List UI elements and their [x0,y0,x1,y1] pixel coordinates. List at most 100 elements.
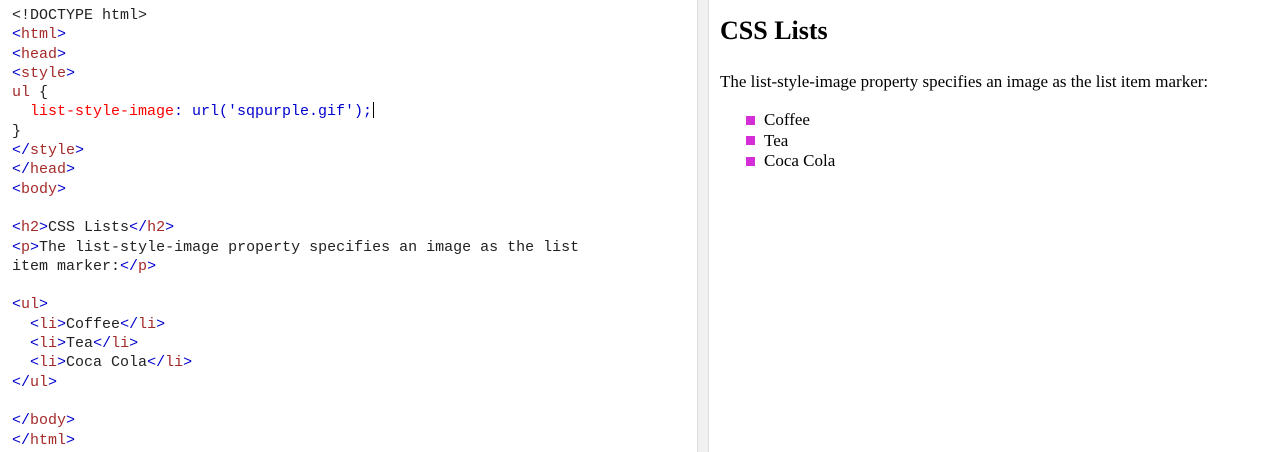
code-line[interactable] [12,199,579,218]
code-editor-panel[interactable]: <!DOCTYPE html> <html> <head> <style> ul { l… [0,0,697,452]
code-token: li [165,354,184,372]
code-token: > [66,431,76,449]
code-token: </ [12,412,31,430]
code-token: body [30,412,67,430]
code-line[interactable]: </body> [12,411,579,430]
code-line[interactable]: <li>Coca Cola</li> [12,353,579,372]
code-line[interactable]: <html> [12,25,579,44]
code-token: > [39,296,49,314]
code-token: </ [12,142,31,160]
code-token: li [39,335,58,353]
code-token: < [12,354,40,372]
code-line[interactable]: ul { [12,83,579,102]
code-token: < [12,180,22,198]
code-token: </ [147,354,166,372]
code-token: p [21,238,31,256]
code-token: > [66,64,76,82]
code-line[interactable]: </head> [12,160,579,179]
code-token: li [138,315,157,333]
list-item: Coca Cola [746,151,835,172]
list-item-label: Tea [764,130,789,150]
code-token: Coffee [66,315,121,333]
code-line[interactable]: <h2>CSS Lists</h2> [12,218,579,237]
code-token: < [12,219,22,237]
code-token: head [21,45,58,63]
code-token: > [39,219,49,237]
code-token: style [30,142,76,160]
code-line[interactable] [12,276,579,295]
code-token: > [75,142,85,160]
code-token: > [57,180,67,198]
code-token: > [66,412,76,430]
code-token: <!DOCTYPE html> [12,7,148,24]
code-line[interactable]: <p>The list-style-image property specifi… [12,238,579,257]
code-token: </ [129,219,148,237]
list-item: Coffee [746,110,835,131]
code-line[interactable]: </html> [12,431,579,450]
list-item-label: Coca Cola [764,151,836,170]
code-line[interactable] [12,392,579,411]
text-caret [373,102,375,119]
code-token: style [21,64,67,82]
code-token: : url('sqpurple.gif'); [174,103,373,121]
list-marker-icon [746,156,755,166]
code-line[interactable]: <li>Coffee</li> [12,315,579,334]
result-list: Coffee Tea Coca Cola [746,110,835,172]
list-marker-icon [746,115,755,125]
code-token: > [57,315,67,333]
code-token: </ [12,161,31,179]
code-token: ul [21,296,40,314]
list-item: Tea [746,131,835,152]
code-editor[interactable]: <!DOCTYPE html> <html> <head> <style> ul { l… [12,6,579,450]
code-token: li [39,354,58,372]
code-token: head [30,161,67,179]
code-token: < [12,26,22,44]
code-token: < [12,296,22,314]
code-line[interactable]: <ul> [12,295,579,314]
code-token: item marker: [12,257,121,275]
code-token: The list-style-image property specifies … [39,238,580,256]
panel-divider[interactable] [697,0,709,452]
code-token: > [57,26,67,44]
list-marker-icon [746,136,755,146]
code-token: > [165,219,175,237]
code-token: </ [120,257,139,275]
code-token: CSS Lists [48,219,130,237]
code-token: li [111,335,130,353]
code-token: > [183,354,193,372]
code-line[interactable]: <head> [12,45,579,64]
code-token: ul [12,84,31,102]
code-token: > [57,354,67,372]
code-token: body [21,180,58,198]
code-token: > [156,315,166,333]
code-token: } [12,122,22,140]
code-token: < [12,315,40,333]
code-line[interactable]: <body> [12,180,579,199]
code-line[interactable]: <style> [12,64,579,83]
code-token: < [12,64,22,82]
code-line[interactable]: } [12,122,579,141]
result-paragraph: The list-style-image property specifies … [720,72,1209,91]
code-token: html [21,26,58,44]
code-token: < [12,335,40,353]
code-token: p [138,257,148,275]
code-token: > [30,238,40,256]
code-token: { [30,84,49,102]
code-token: ul [30,373,49,391]
code-token: h2 [21,219,40,237]
code-line[interactable]: item marker:</p> [12,257,579,276]
code-line[interactable]: </style> [12,141,579,160]
code-line[interactable]: list-style-image: url('sqpurple.gif'); [12,102,579,121]
code-line[interactable]: </ul> [12,373,579,392]
code-line[interactable]: <!DOCTYPE html> [12,6,579,25]
code-token: Tea [66,335,94,353]
list-item-label: Coffee [764,110,810,129]
code-token: list-style-image [12,103,175,121]
code-token: html [30,431,67,449]
code-token: > [66,161,76,179]
code-line[interactable]: <li>Tea</li> [12,334,579,353]
result-panel: CSS Lists The list-style-image property … [709,0,1277,452]
code-token: > [48,373,58,391]
result-heading: CSS Lists [720,16,828,45]
code-token: Coca Cola [66,354,148,372]
